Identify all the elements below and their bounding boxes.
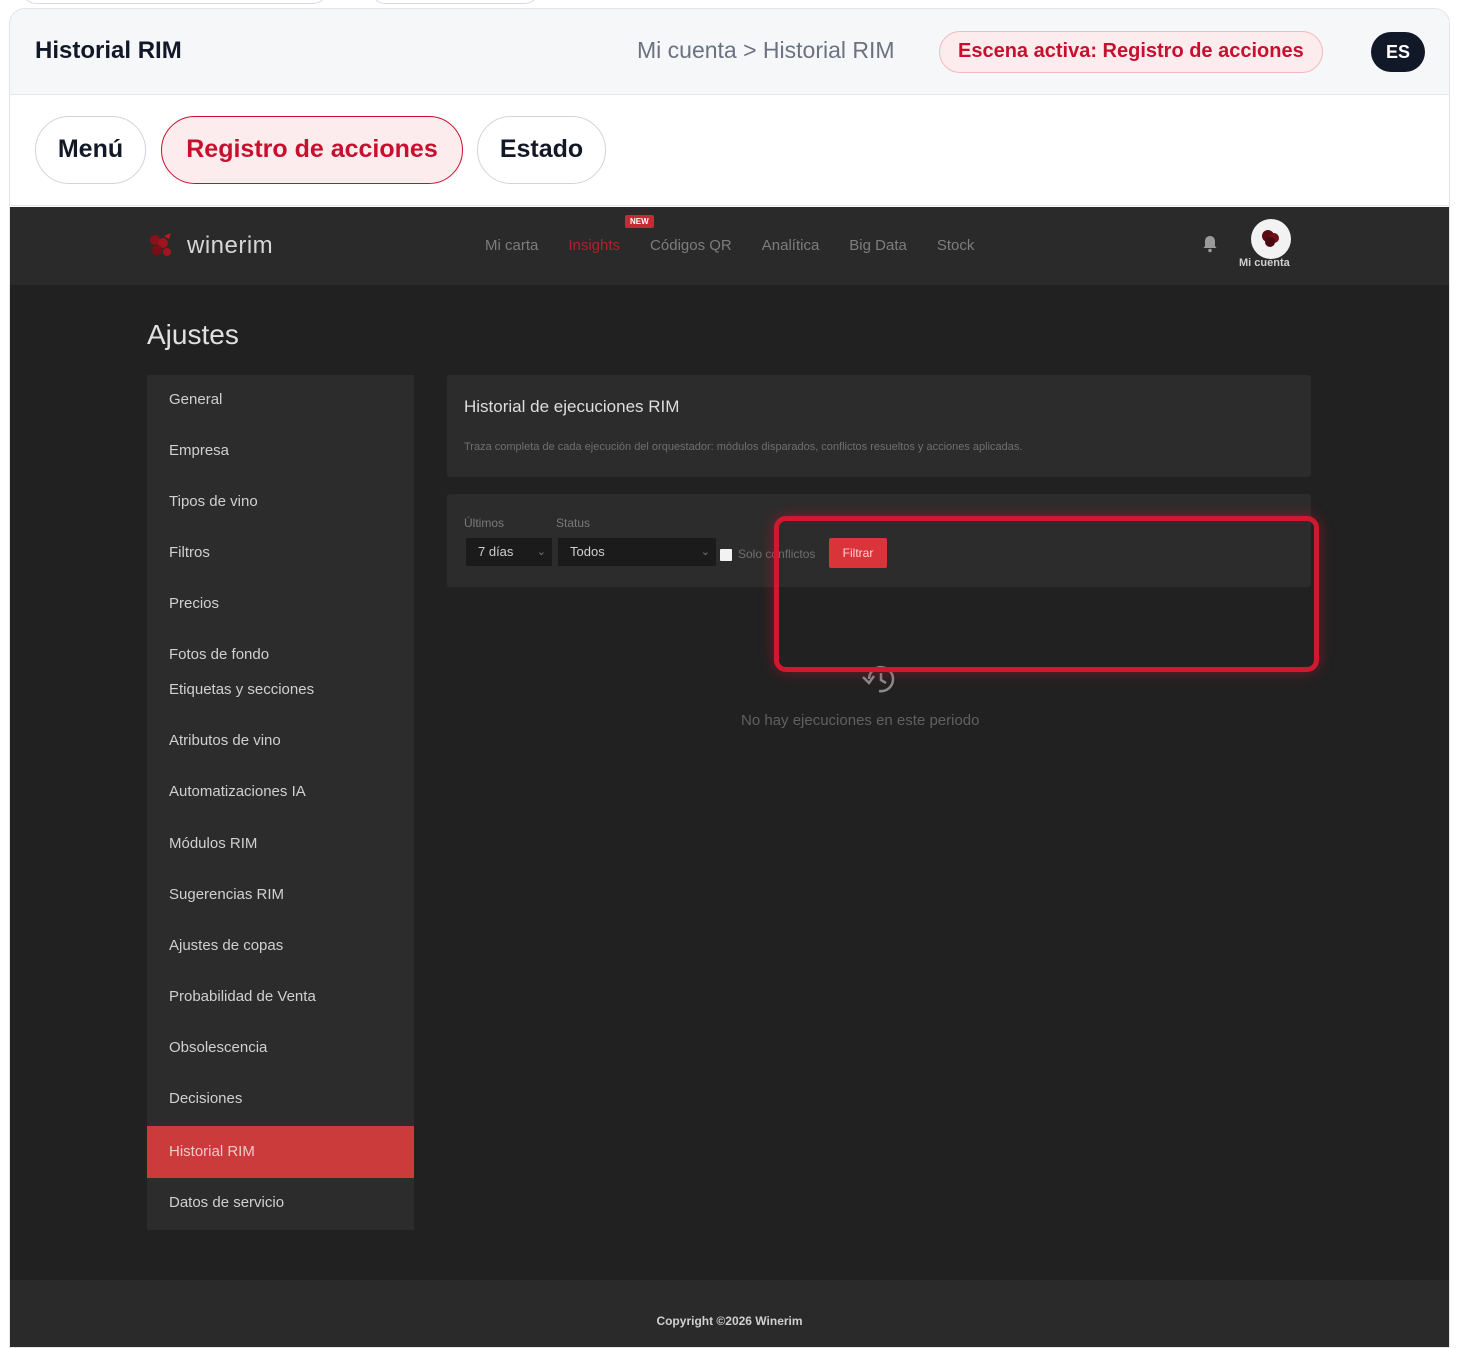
bell-icon[interactable]: [1202, 235, 1218, 253]
conflicts-checkbox-label[interactable]: Solo conflictos: [738, 547, 815, 561]
nav-codigos-qr[interactable]: Códigos QR: [650, 237, 732, 254]
browser-frame: Historial RIM Mi cuenta > Historial RIM …: [9, 8, 1450, 1348]
scene-tabs: Menú Registro de acciones Estado: [10, 96, 1449, 206]
settings-title: Ajustes: [147, 319, 239, 350]
app-navbar: winerim Mi carta Insights Códigos QR Ana…: [10, 207, 1449, 285]
tab-remnant: [371, 0, 539, 4]
history-icon: [862, 665, 895, 693]
grape-logo-icon: [150, 233, 171, 256]
sidebar-item-datos-servicio[interactable]: Datos de servicio: [147, 1178, 414, 1228]
sidebar-item-empresa[interactable]: Empresa: [147, 426, 414, 476]
history-title: Historial de ejecuciones RIM: [464, 397, 680, 416]
sidebar-item-etiquetas[interactable]: Etiquetas y secciones: [147, 665, 414, 715]
chevron-down-icon: ⌄: [700, 546, 710, 558]
tab-registro-de-acciones[interactable]: Registro de acciones: [161, 116, 463, 184]
active-scene-badge: Escena activa: Registro de acciones: [939, 31, 1323, 73]
sidebar-item-atributos[interactable]: Atributos de vino: [147, 716, 414, 766]
sidebar-item-ajustes-copas[interactable]: Ajustes de copas: [147, 921, 414, 971]
empty-state-message: No hay ejecuciones en este periodo: [741, 712, 980, 729]
sidebar-item-obsolescencia[interactable]: Obsolescencia: [147, 1023, 414, 1073]
page-title: Historial RIM: [35, 37, 182, 64]
period-label: Últimos: [464, 516, 505, 530]
period-select[interactable]: 7 días ⌄: [466, 538, 552, 566]
sidebar-item-automatizaciones[interactable]: Automatizaciones IA: [147, 767, 414, 817]
sidebar-item-general[interactable]: General: [147, 375, 414, 425]
sidebar-item-filtros[interactable]: Filtros: [147, 528, 414, 578]
new-badge: NEW: [625, 215, 654, 228]
sidebar-item-tipos-de-vino[interactable]: Tipos de vino: [147, 477, 414, 527]
language-button[interactable]: ES: [1371, 32, 1425, 72]
sidebar-item-precios[interactable]: Precios: [147, 579, 414, 629]
chevron-down-icon: ⌄: [536, 546, 546, 558]
sidebar-item-decisiones[interactable]: Decisiones: [147, 1074, 414, 1124]
nav-analitica[interactable]: Analítica: [762, 237, 820, 254]
conflicts-checkbox[interactable]: [720, 549, 732, 561]
nav-stock[interactable]: Stock: [937, 237, 975, 254]
history-header-card: Historial de ejecuciones RIM Traza compl…: [447, 375, 1311, 477]
settings-sidebar: General Empresa Tipos de vino Filtros Pr…: [147, 375, 414, 1230]
sidebar-item-modulos-rim[interactable]: Módulos RIM: [147, 819, 414, 869]
history-description: Traza completa de cada ejecución del orq…: [464, 441, 1023, 453]
logo-text: winerim: [187, 232, 274, 259]
status-value: Todos: [570, 544, 605, 559]
nav-big-data[interactable]: Big Data: [849, 237, 907, 254]
copyright-text: Copyright ©2026 Winerim: [656, 1314, 803, 1328]
main-nav: Mi carta Insights Códigos QR Analítica B…: [485, 237, 1004, 254]
status-label: Status: [556, 516, 591, 530]
nav-mi-carta[interactable]: Mi carta: [485, 237, 538, 254]
sidebar-item-historial-rim[interactable]: Historial RIM: [147, 1126, 414, 1178]
period-value: 7 días: [478, 544, 514, 559]
sidebar-item-probabilidad[interactable]: Probabilidad de Venta: [147, 972, 414, 1022]
filter-button[interactable]: Filtrar: [829, 538, 887, 568]
account-grape-icon: [1262, 230, 1279, 247]
top-header: Historial RIM Mi cuenta > Historial RIM …: [10, 9, 1449, 95]
breadcrumb: Mi cuenta > Historial RIM: [637, 37, 895, 63]
sidebar-item-sugerencias-rim[interactable]: Sugerencias RIM: [147, 870, 414, 920]
status-select[interactable]: Todos ⌄: [558, 538, 716, 566]
tab-menu[interactable]: Menú: [35, 116, 146, 184]
nav-insights[interactable]: Insights: [568, 237, 620, 254]
app-screen: winerim Mi carta Insights Códigos QR Ana…: [10, 207, 1449, 1347]
winerim-logo[interactable]: winerim: [147, 231, 273, 261]
filter-card: Últimos Status 7 días ⌄ Todos ⌄ Solo con…: [447, 494, 1311, 587]
account-avatar[interactable]: [1251, 219, 1291, 259]
tab-estado[interactable]: Estado: [477, 116, 606, 184]
account-label[interactable]: Mi cuenta: [1239, 257, 1290, 269]
tab-remnant: [22, 0, 327, 4]
